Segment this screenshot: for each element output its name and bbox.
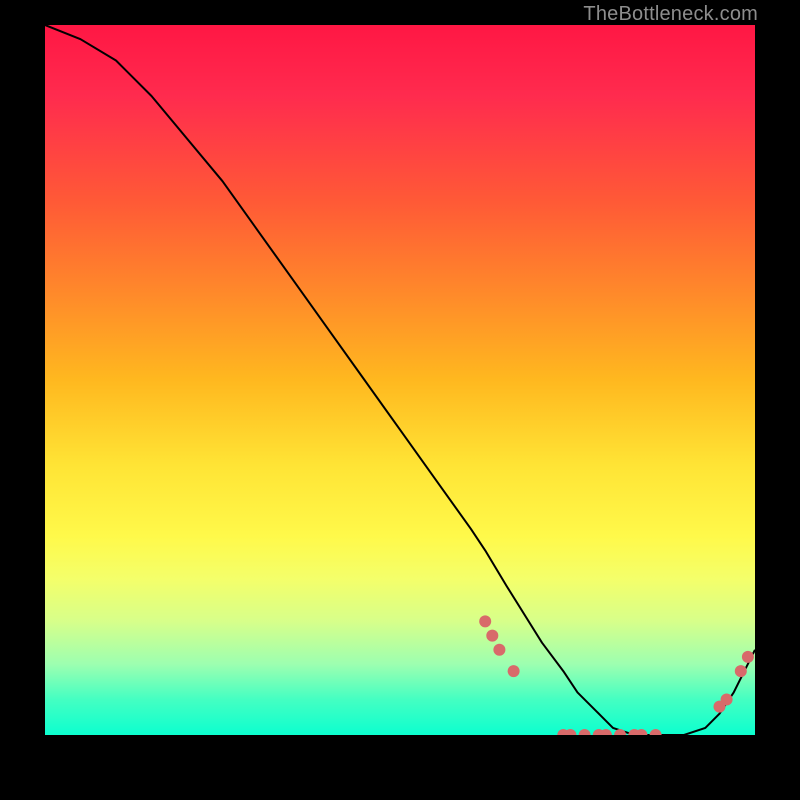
chart-plot-area <box>45 25 755 735</box>
data-marker <box>486 630 498 642</box>
data-marker <box>493 644 505 656</box>
chart-frame: TheBottleneck.com <box>0 0 800 800</box>
data-marker <box>579 729 591 735</box>
data-marker <box>479 615 491 627</box>
chart-svg <box>45 25 755 735</box>
data-marker <box>735 665 747 677</box>
data-marker <box>742 651 754 663</box>
watermark-text: TheBottleneck.com <box>583 3 758 26</box>
bottleneck-curve-line <box>45 25 755 735</box>
data-marker <box>650 729 662 735</box>
data-marker <box>508 665 520 677</box>
data-marker <box>721 694 733 706</box>
